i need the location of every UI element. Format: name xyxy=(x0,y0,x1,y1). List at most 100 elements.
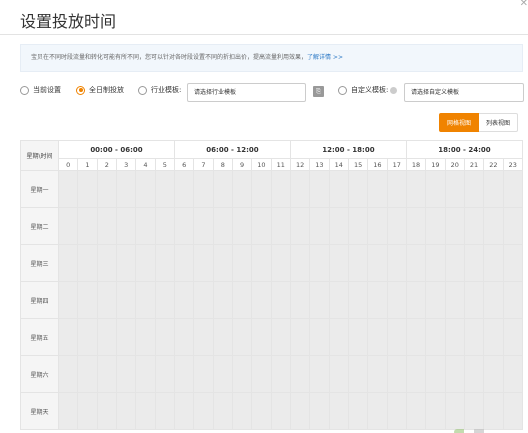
time-slot-cell[interactable] xyxy=(135,318,156,356)
time-slot-cell[interactable] xyxy=(425,355,446,393)
time-slot-cell[interactable] xyxy=(96,244,117,282)
hour-header[interactable]: 11 xyxy=(270,158,291,171)
time-slot-cell[interactable] xyxy=(405,318,427,356)
time-slot-cell[interactable] xyxy=(57,392,79,430)
time-slot-cell[interactable] xyxy=(193,318,214,356)
time-slot-cell[interactable] xyxy=(135,392,156,430)
hour-header[interactable]: 18 xyxy=(405,158,427,171)
time-slot-cell[interactable] xyxy=(405,355,427,393)
day-label[interactable]: 星期一 xyxy=(20,170,59,208)
time-slot-cell[interactable] xyxy=(154,392,175,430)
time-slot-cell[interactable] xyxy=(115,170,137,208)
time-slot-cell[interactable] xyxy=(154,355,175,393)
time-slot-cell[interactable] xyxy=(347,170,369,208)
time-slot-cell[interactable] xyxy=(463,318,485,356)
time-slot-cell[interactable] xyxy=(212,392,233,430)
list-view-button[interactable]: 列表视图 xyxy=(479,113,519,132)
time-slot-cell[interactable] xyxy=(386,207,407,245)
time-slot-cell[interactable] xyxy=(502,207,524,245)
time-slot-cell[interactable] xyxy=(77,207,98,245)
time-slot-cell[interactable] xyxy=(347,392,369,430)
time-slot-cell[interactable] xyxy=(347,207,369,245)
time-slot-cell[interactable] xyxy=(251,207,272,245)
time-slot-cell[interactable] xyxy=(463,355,485,393)
time-slot-cell[interactable] xyxy=(289,244,311,282)
day-label[interactable]: 星期四 xyxy=(20,281,59,319)
time-slot-cell[interactable] xyxy=(289,355,311,393)
time-slot-cell[interactable] xyxy=(347,281,369,319)
time-slot-cell[interactable] xyxy=(251,355,272,393)
time-slot-cell[interactable] xyxy=(193,170,214,208)
time-slot-cell[interactable] xyxy=(347,318,369,356)
time-slot-cell[interactable] xyxy=(463,170,485,208)
time-slot-cell[interactable] xyxy=(270,244,291,282)
time-slot-cell[interactable] xyxy=(212,244,233,282)
time-slot-cell[interactable] xyxy=(154,281,175,319)
time-slot-cell[interactable] xyxy=(425,170,446,208)
time-slot-cell[interactable] xyxy=(96,170,117,208)
time-slot-cell[interactable] xyxy=(386,244,407,282)
close-icon[interactable]: ✕ xyxy=(520,0,528,9)
time-slot-cell[interactable] xyxy=(270,355,291,393)
time-slot-cell[interactable] xyxy=(173,244,195,282)
time-slot-cell[interactable] xyxy=(270,392,291,430)
hour-header[interactable]: 19 xyxy=(425,158,446,171)
time-slot-cell[interactable] xyxy=(193,392,214,430)
time-slot-cell[interactable] xyxy=(115,355,137,393)
hour-header[interactable]: 17 xyxy=(386,158,407,171)
hour-header[interactable]: 8 xyxy=(212,158,233,171)
time-slot-cell[interactable] xyxy=(405,281,427,319)
option-industry-template[interactable]: 行业模板: xyxy=(138,85,181,95)
custom-template-select[interactable]: 请选择自定义模板 xyxy=(404,83,524,102)
hour-header[interactable]: 5 xyxy=(154,158,175,171)
time-slot-cell[interactable] xyxy=(405,207,427,245)
time-slot-cell[interactable] xyxy=(231,355,253,393)
time-slot-cell[interactable] xyxy=(405,170,427,208)
time-slot-cell[interactable] xyxy=(212,207,233,245)
time-slot-cell[interactable] xyxy=(483,355,504,393)
radio-custom-template[interactable] xyxy=(338,85,347,95)
time-slot-cell[interactable] xyxy=(212,318,233,356)
time-slot-cell[interactable] xyxy=(115,392,137,430)
period-header[interactable]: 18:00 - 24:00 xyxy=(405,140,524,159)
hour-header[interactable]: 13 xyxy=(309,158,330,171)
time-slot-cell[interactable] xyxy=(251,281,272,319)
time-slot-cell[interactable] xyxy=(135,281,156,319)
hour-header[interactable]: 23 xyxy=(502,158,524,171)
time-slot-cell[interactable] xyxy=(386,355,407,393)
hour-header[interactable]: 7 xyxy=(193,158,214,171)
time-slot-cell[interactable] xyxy=(367,392,388,430)
time-slot-cell[interactable] xyxy=(77,318,98,356)
time-slot-cell[interactable] xyxy=(328,281,349,319)
learn-more-link[interactable]: 了解详情 >> xyxy=(307,54,343,61)
time-slot-cell[interactable] xyxy=(502,244,524,282)
time-slot-cell[interactable] xyxy=(367,318,388,356)
time-slot-cell[interactable] xyxy=(57,244,79,282)
time-slot-cell[interactable] xyxy=(289,170,311,208)
time-slot-cell[interactable] xyxy=(444,318,465,356)
time-slot-cell[interactable] xyxy=(347,244,369,282)
time-slot-cell[interactable] xyxy=(154,318,175,356)
time-slot-cell[interactable] xyxy=(173,281,195,319)
time-slot-cell[interactable] xyxy=(425,207,446,245)
time-slot-cell[interactable] xyxy=(115,281,137,319)
industry-template-select[interactable]: 请选择行业模板 xyxy=(187,83,306,102)
time-slot-cell[interactable] xyxy=(135,355,156,393)
time-slot-cell[interactable] xyxy=(96,281,117,319)
grid-view-button[interactable]: 网格视图 xyxy=(439,113,480,132)
hour-header[interactable]: 14 xyxy=(328,158,349,171)
time-slot-cell[interactable] xyxy=(77,244,98,282)
period-header[interactable]: 06:00 - 12:00 xyxy=(173,140,291,159)
time-slot-cell[interactable] xyxy=(270,318,291,356)
time-slot-cell[interactable] xyxy=(483,207,504,245)
time-slot-cell[interactable] xyxy=(425,318,446,356)
time-slot-cell[interactable] xyxy=(173,207,195,245)
time-slot-cell[interactable] xyxy=(231,281,253,319)
time-slot-cell[interactable] xyxy=(386,318,407,356)
time-slot-cell[interactable] xyxy=(367,355,388,393)
time-slot-cell[interactable] xyxy=(483,281,504,319)
time-slot-cell[interactable] xyxy=(270,207,291,245)
time-slot-cell[interactable] xyxy=(309,318,330,356)
time-slot-cell[interactable] xyxy=(57,355,79,393)
time-slot-cell[interactable] xyxy=(309,355,330,393)
